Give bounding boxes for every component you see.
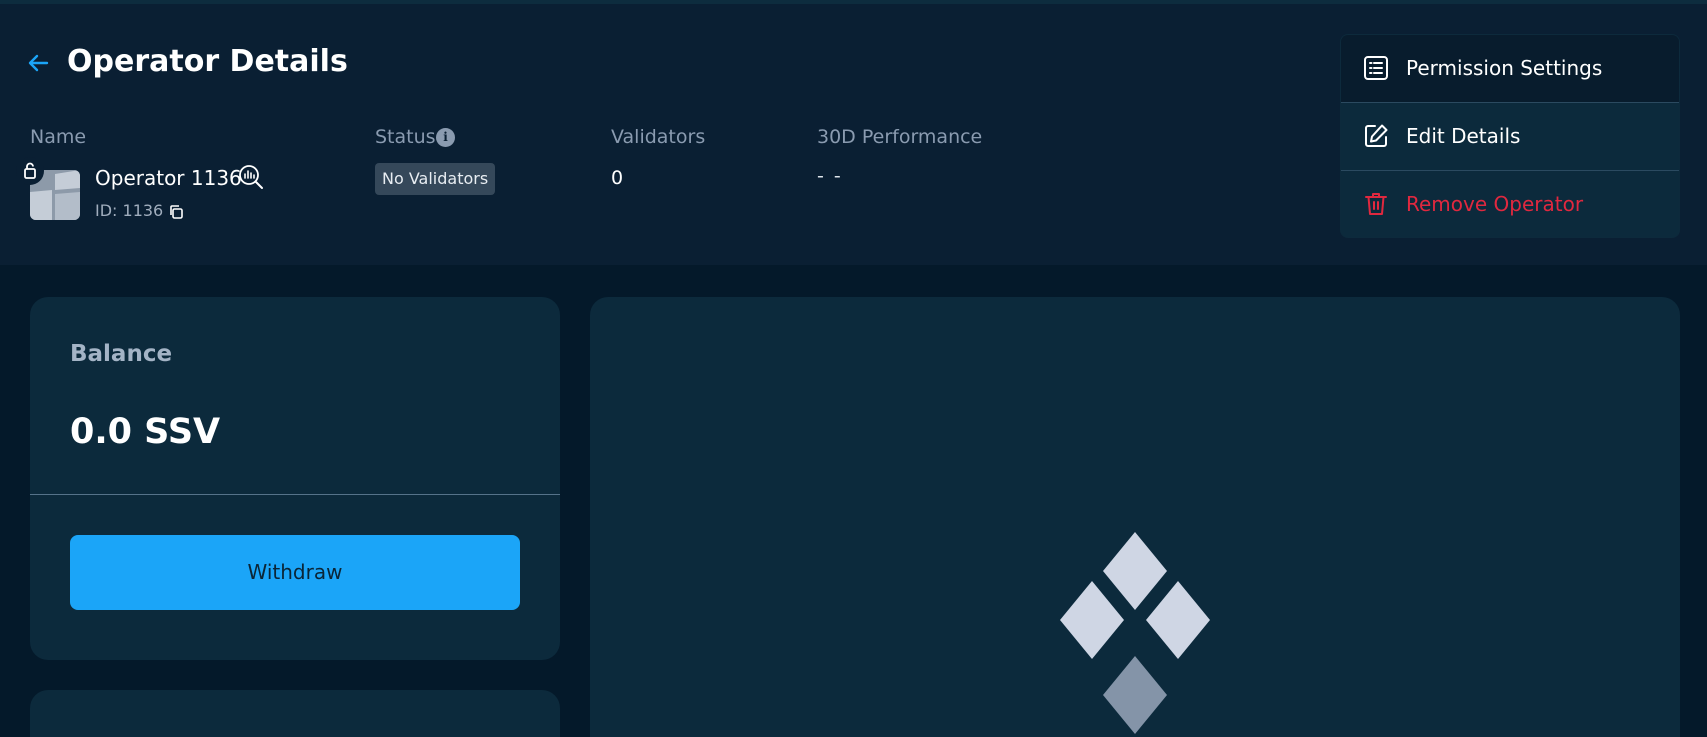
permission-settings-label: Permission Settings — [1406, 56, 1603, 80]
validators-panel — [590, 297, 1680, 737]
balance-card: Balance 0.0 SSV Withdraw — [30, 297, 560, 660]
column-status-label: Status — [375, 126, 436, 148]
balance-title: Balance — [70, 341, 173, 367]
operator-name: Operator 1136 — [95, 166, 242, 190]
edit-details-label: Edit Details — [1406, 124, 1521, 148]
back-arrow-icon[interactable] — [26, 52, 50, 74]
column-performance-label: 30D Performance — [817, 126, 983, 148]
info-icon[interactable]: i — [436, 128, 455, 147]
column-name-label: Name — [30, 126, 87, 148]
remove-operator-item[interactable]: Remove Operator — [1341, 171, 1679, 237]
edit-details-item[interactable]: Edit Details — [1341, 103, 1679, 170]
validators-count: 0 — [611, 167, 624, 189]
trash-icon — [1365, 193, 1387, 215]
remove-operator-label: Remove Operator — [1406, 192, 1584, 216]
permission-settings-item[interactable]: Permission Settings — [1341, 35, 1679, 102]
list-icon — [1364, 56, 1388, 80]
ssv-logo-icon — [1060, 532, 1210, 734]
lock-icon — [16, 157, 44, 185]
performance-value: - - — [817, 165, 843, 187]
page-title: Operator Details — [67, 44, 348, 79]
secondary-card — [30, 690, 560, 737]
operator-id: ID: 1136 — [95, 201, 164, 220]
status-badge: No Validators — [375, 163, 496, 195]
column-validators-label: Validators — [611, 126, 706, 148]
balance-divider — [30, 494, 560, 495]
withdraw-button[interactable]: Withdraw — [70, 535, 520, 610]
operator-actions-menu: Permission Settings Edit Details Remove … — [1340, 34, 1680, 238]
edit-icon — [1365, 124, 1388, 147]
explorer-icon[interactable] — [238, 164, 264, 190]
copy-icon[interactable] — [168, 204, 184, 220]
balance-value: 0.0 SSV — [70, 412, 221, 452]
